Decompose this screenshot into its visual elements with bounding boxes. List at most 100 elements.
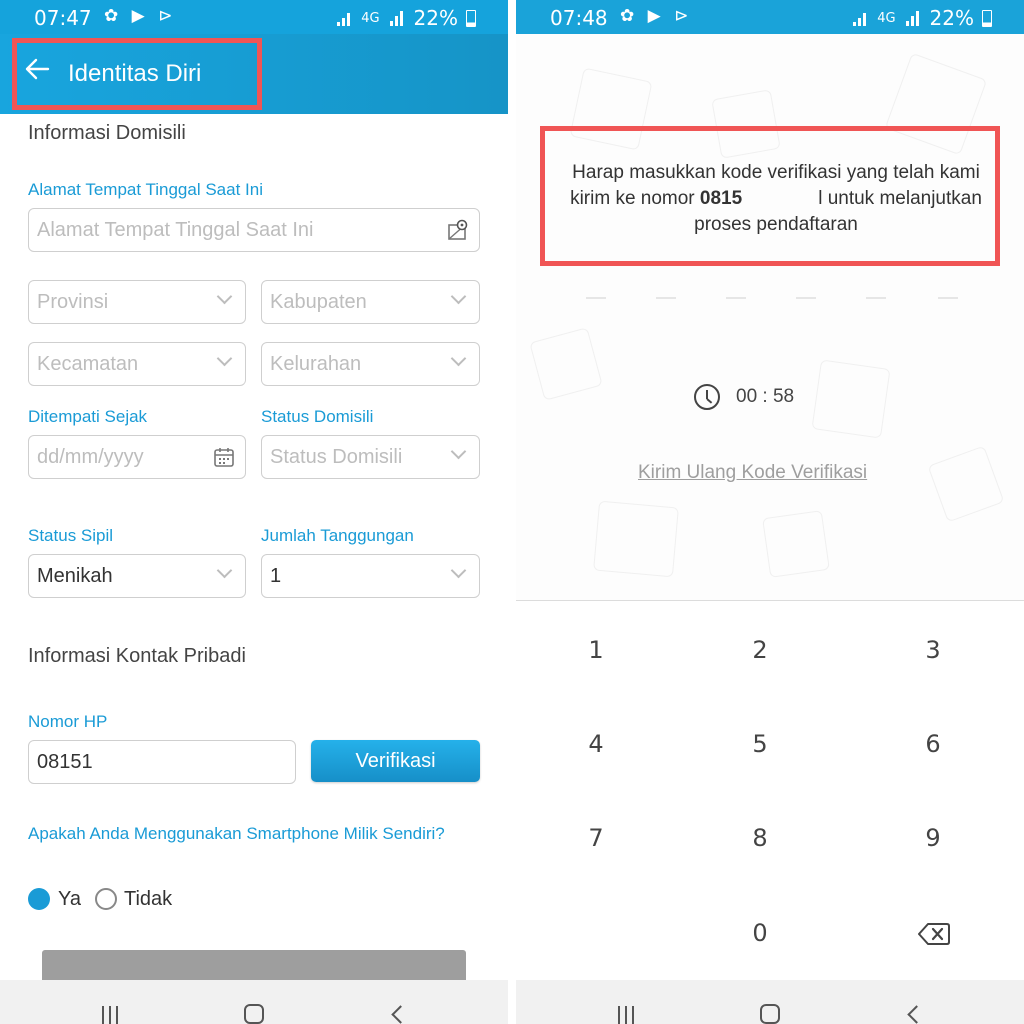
address-input[interactable]: Alamat Tempat Tinggal Saat Ini [28, 208, 480, 252]
map-pin-icon[interactable] [447, 219, 469, 241]
nav-back-icon[interactable] [390, 1004, 406, 1024]
screen-divider [508, 0, 516, 1024]
resend-code-link[interactable]: Kirim Ulang Kode Verifikasi [638, 462, 867, 484]
since-placeholder: dd/mm/yyyy [37, 446, 144, 468]
battery-percent: 22% [929, 6, 974, 30]
domicile-status-label: Status Domisili [261, 407, 374, 426]
otp-digit-2[interactable] [656, 297, 676, 299]
regency-placeholder: Kabupaten [270, 291, 367, 313]
verify-button[interactable]: Verifikasi [311, 740, 480, 782]
chevron-down-icon [449, 289, 469, 309]
smartphone-question: Apakah Anda Menggunakan Smartphone Milik… [28, 824, 445, 843]
otp-digit-5[interactable] [866, 297, 886, 299]
key-4[interactable]: 4 [566, 724, 626, 764]
status-bar: 07:48 ✿ ▶ ⊳ 4G 22% [516, 0, 1024, 34]
cell-signal-icon [388, 9, 406, 27]
network-type: 4G [877, 10, 896, 26]
backspace-icon[interactable] [918, 922, 950, 946]
domicile-status-select[interactable]: Status Domisili [261, 435, 480, 479]
civil-status-label: Status Sipil [28, 526, 114, 545]
nav-home-icon[interactable] [244, 1004, 264, 1024]
chevron-down-icon [449, 563, 469, 583]
chevron-down-icon [215, 351, 235, 371]
district-placeholder: Kecamatan [37, 353, 139, 375]
key-3[interactable]: 3 [903, 630, 963, 670]
village-placeholder: Kelurahan [270, 353, 362, 375]
radio-yes[interactable] [28, 888, 50, 910]
radio-no-label: Tidak [124, 888, 173, 910]
pattern-shape [762, 510, 830, 578]
phone-label: Nomor HP [28, 712, 108, 731]
status-time: 07:48 [550, 6, 608, 30]
status-bar: 07:47 ✿ ▶ ⊳ 4G 22% [0, 0, 508, 34]
phone-input[interactable]: 08151 [28, 740, 296, 784]
countdown-timer: 00 : 58 [736, 386, 795, 407]
battery-percent: 22% [413, 6, 458, 30]
nav-recent-icon[interactable] [618, 1006, 638, 1024]
pattern-shape [927, 445, 1005, 523]
domicile-section-title: Informasi Domisili [28, 122, 186, 144]
contact-section-title: Informasi Kontak Pribadi [28, 645, 246, 667]
chevron-down-icon [215, 563, 235, 583]
radio-yes-label: Ya [58, 888, 81, 910]
province-select[interactable]: Provinsi [28, 280, 246, 324]
village-select[interactable]: Kelurahan [261, 342, 480, 386]
message-phone-number: 0815 [699, 188, 743, 209]
wifi-signal-icon [851, 9, 869, 27]
notification-icons: ✿ ▶ ⊳ [620, 6, 693, 26]
battery-icon [466, 9, 476, 27]
wifi-signal-icon [335, 9, 353, 27]
network-type: 4G [361, 10, 380, 26]
background-pattern [516, 34, 1024, 600]
dependents-value: 1 [270, 565, 282, 587]
key-1[interactable]: 1 [566, 630, 626, 670]
keypad-divider [516, 600, 1024, 601]
identity-form-screen: 07:47 ✿ ▶ ⊳ 4G 22% Identitas Diri Inform… [0, 0, 508, 1024]
domicile-status-placeholder: Status Domisili [270, 446, 403, 468]
key-6[interactable]: 6 [903, 724, 963, 764]
since-date-input[interactable]: dd/mm/yyyy [28, 435, 246, 479]
nav-home-icon[interactable] [760, 1004, 780, 1024]
radio-no[interactable] [95, 888, 117, 910]
province-placeholder: Provinsi [37, 291, 109, 313]
district-select[interactable]: Kecamatan [28, 342, 246, 386]
status-time: 07:47 [34, 6, 92, 30]
civil-status-select[interactable]: Menikah [28, 554, 246, 598]
chevron-down-icon [215, 289, 235, 309]
address-label: Alamat Tempat Tinggal Saat Ini [28, 180, 263, 199]
pattern-shape [529, 327, 603, 401]
civil-status-value: Menikah [37, 565, 113, 587]
notification-icons: ✿ ▶ ⊳ [104, 6, 177, 26]
chevron-down-icon [449, 444, 469, 464]
otp-digit-4[interactable] [796, 297, 816, 299]
key-5[interactable]: 5 [730, 724, 790, 764]
android-nav-bar [0, 980, 508, 1024]
key-2[interactable]: 2 [730, 630, 790, 670]
key-0[interactable]: 0 [730, 913, 790, 953]
otp-digit-6[interactable] [938, 297, 958, 299]
key-9[interactable]: 9 [903, 818, 963, 858]
otp-digit-1[interactable] [586, 297, 606, 299]
address-placeholder: Alamat Tempat Tinggal Saat Ini [37, 219, 314, 241]
status-right: 4G 22% [851, 6, 992, 30]
pattern-shape [593, 500, 679, 578]
regency-select[interactable]: Kabupaten [261, 280, 480, 324]
since-label: Ditempati Sejak [28, 407, 148, 426]
otp-verification-screen: 07:48 ✿ ▶ ⊳ 4G 22% Harap masukkan kode v… [516, 0, 1024, 1024]
clock-icon [694, 384, 720, 410]
nav-back-icon[interactable] [906, 1004, 922, 1024]
dependents-select[interactable]: 1 [261, 554, 480, 598]
android-nav-bar [516, 980, 1024, 1024]
calendar-icon[interactable] [213, 446, 235, 468]
title-highlight-box [12, 38, 262, 110]
phone-value: 08151 [37, 751, 93, 773]
cell-signal-icon [904, 9, 922, 27]
chevron-down-icon [449, 351, 469, 371]
nav-recent-icon[interactable] [102, 1006, 122, 1024]
otp-digit-3[interactable] [726, 297, 746, 299]
status-right: 4G 22% [335, 6, 476, 30]
dependents-label: Jumlah Tanggungan [261, 526, 414, 545]
pattern-shape [811, 359, 891, 439]
key-8[interactable]: 8 [730, 818, 790, 858]
key-7[interactable]: 7 [566, 818, 626, 858]
